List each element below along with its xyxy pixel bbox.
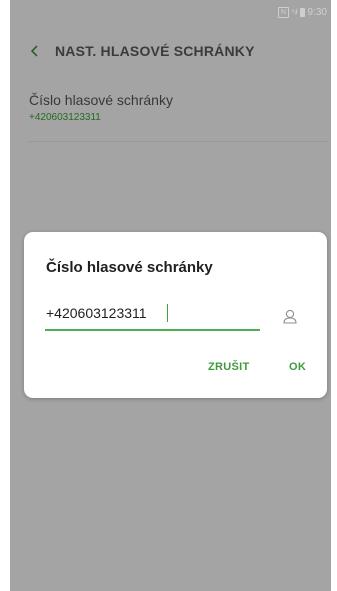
person-icon	[283, 309, 297, 324]
ok-button[interactable]: OK	[289, 361, 306, 373]
voicemail-number-input[interactable]	[44, 300, 260, 326]
status-time: 9:30	[307, 6, 327, 18]
signal-icon: ᵗᵗ .ıl	[292, 8, 298, 16]
page-title: NAST. HLASOVÉ SCHRÁNKY	[55, 43, 255, 59]
battery-icon	[299, 7, 305, 17]
voicemail-number-setting[interactable]: Číslo hlasové schránky +420603123311	[10, 90, 331, 142]
setting-title: Číslo hlasové schránky	[29, 92, 173, 108]
back-button[interactable]	[25, 41, 45, 61]
text-caret	[167, 304, 168, 322]
dialog-title: Číslo hlasové schránky	[46, 259, 213, 276]
chevron-left-icon	[30, 45, 38, 57]
status-bar: N ᵗᵗ .ıl 9:30	[10, 0, 331, 24]
cancel-button[interactable]: ZRUŠIT	[208, 361, 250, 373]
app-bar: NAST. HLASOVÉ SCHRÁNKY	[10, 33, 331, 69]
contacts-button[interactable]	[278, 304, 302, 328]
voicemail-number-dialog: Číslo hlasové schránky ZRUŠIT OK	[24, 232, 327, 398]
input-underline	[45, 329, 260, 331]
divider	[28, 141, 328, 142]
nfc-icon: N	[278, 6, 290, 18]
setting-value: +420603123311	[29, 112, 101, 123]
screen: N ᵗᵗ .ıl 9:30 NAST. HLASOVÉ SCHRÁNKY Čís…	[10, 0, 331, 591]
